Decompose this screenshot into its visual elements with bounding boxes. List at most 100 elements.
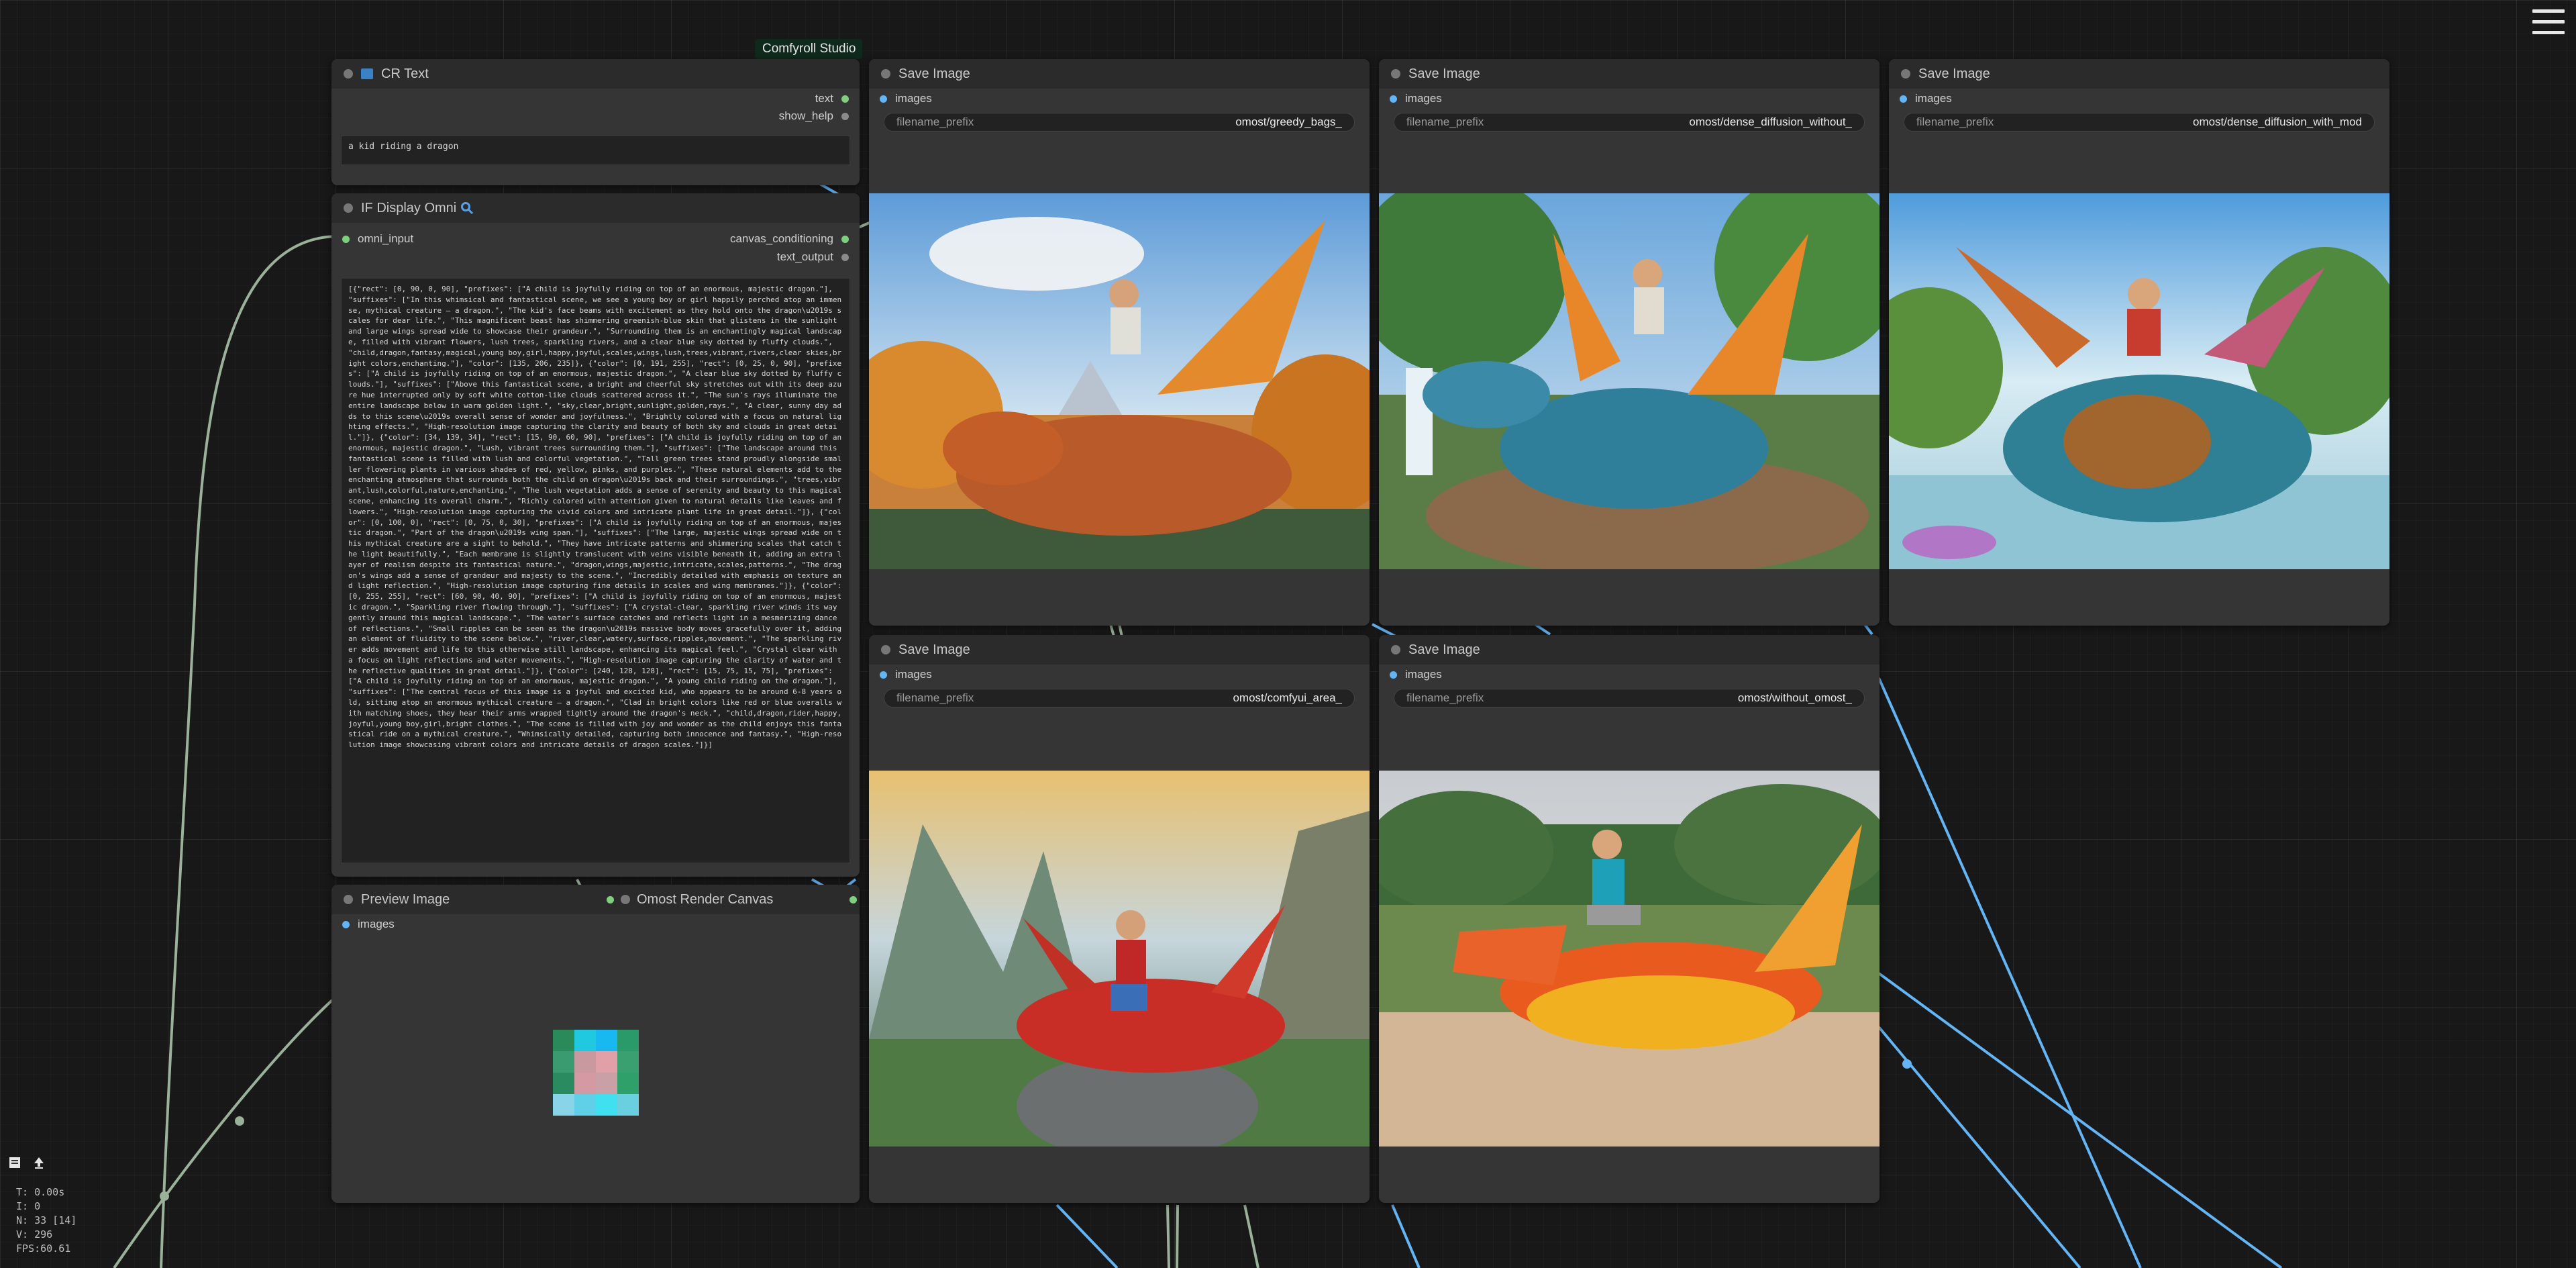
collapse-dot[interactable]	[621, 895, 630, 904]
image-icon[interactable]	[8, 1156, 21, 1169]
filename-prefix-field[interactable]: filename_prefix omost/comfyui_area_	[884, 689, 1355, 708]
input-dot[interactable]	[1900, 95, 1907, 103]
input-slot-images[interactable]: images	[331, 914, 860, 934]
filename-prefix-field[interactable]: filename_prefix omost/greedy_bags_	[884, 113, 1355, 132]
output-dot[interactable]	[841, 95, 849, 103]
comfyroll-studio-badge[interactable]: Comfyroll Studio	[756, 39, 863, 59]
input-dot[interactable]	[1390, 95, 1397, 103]
slot-label: images	[895, 668, 932, 681]
hamburger-menu-icon[interactable]	[2532, 9, 2565, 38]
node-title: Omost Render Canvas	[637, 891, 774, 907]
input-slot-images[interactable]: images	[1379, 665, 1879, 685]
node-title: CR Text	[381, 66, 429, 81]
save-image-node-3[interactable]: Save Image images filename_prefix omost/…	[1889, 59, 2389, 626]
input-slot-images[interactable]: images	[869, 665, 1370, 685]
output-slot-show-help[interactable]: show_help	[331, 106, 860, 126]
collapse-dot[interactable]	[1901, 69, 1910, 79]
wire-blue-right-1	[1877, 677, 2142, 1268]
stat-time: T: 0.00s	[16, 1186, 65, 1198]
stat-i: I: 0	[16, 1200, 41, 1212]
collapse-dot[interactable]	[881, 645, 890, 654]
canvas-preview-image	[553, 1030, 639, 1116]
cr-text-node[interactable]: CR Text text show_help a kid riding a dr…	[331, 59, 860, 185]
input-slot-images[interactable]: images	[869, 89, 1370, 109]
node-title: Preview Image	[361, 891, 450, 907]
save-image-node-2[interactable]: Save Image images filename_prefix omost/…	[1379, 59, 1879, 626]
preview-image-node[interactable]: Preview Image Omost Render Canvas images	[331, 885, 860, 1203]
performance-stats: T: 0.00s I: 0 N: 33 [14] V: 296 FPS:60.6…	[16, 1185, 76, 1256]
node-title: Save Image	[898, 642, 970, 657]
node-title-bar[interactable]: Save Image	[869, 635, 1370, 665]
input-dot[interactable]	[1390, 671, 1397, 679]
text-input-area[interactable]: a kid riding a dragon	[341, 136, 850, 165]
wire-blue-bottom-1	[1055, 1204, 1119, 1268]
collapse-dot[interactable]	[1391, 69, 1400, 79]
output-slot-canvas-conditioning[interactable]: canvas_conditioning	[730, 229, 860, 249]
node-title-bar[interactable]: Save Image	[869, 59, 1370, 89]
collapse-dot[interactable]	[344, 895, 353, 904]
omost-render-canvas-title[interactable]: Omost Render Canvas	[607, 885, 773, 914]
output-image	[869, 193, 1370, 569]
wire-blue-right-2	[1877, 972, 2283, 1268]
save-image-node-1[interactable]: Save Image images filename_prefix omost/…	[869, 59, 1370, 626]
output-dot[interactable]	[841, 253, 849, 261]
slot-label: images	[1915, 92, 1952, 105]
output-dot[interactable]	[841, 235, 849, 243]
node-title-bar[interactable]: Save Image	[1889, 59, 2389, 89]
node-title: IF Display Omni	[361, 200, 457, 215]
slot-label: images	[895, 92, 932, 105]
output-image	[1379, 771, 1879, 1147]
node-title: Save Image	[1408, 642, 1480, 657]
node-title-bar[interactable]: CR Text	[331, 59, 860, 89]
input-slot-omni[interactable]: omni_input	[331, 229, 413, 249]
node-title: Save Image	[1408, 66, 1480, 81]
output-image	[1889, 193, 2389, 569]
upload-icon[interactable]	[32, 1156, 46, 1169]
save-image-node-5[interactable]: Save Image images filename_prefix omost/…	[1379, 635, 1879, 1203]
input-dot[interactable]	[880, 671, 887, 679]
output-slot-text-output[interactable]: text_output	[331, 247, 860, 267]
input-dot[interactable]	[342, 235, 350, 243]
filename-prefix-field[interactable]: filename_prefix omost/dense_diffusion_wi…	[1394, 113, 1865, 132]
slot-label: show_help	[778, 109, 833, 122]
omni-text-output[interactable]: [{"rect": [0, 90, 0, 90], "prefixes": ["…	[341, 278, 850, 863]
input-slot-images[interactable]: images	[1889, 89, 2389, 109]
slot-label: omni_input	[358, 232, 414, 245]
input-dot[interactable]	[607, 895, 614, 904]
slot-label: images	[1405, 92, 1442, 105]
output-dot[interactable]	[849, 896, 857, 904]
stat-v: V: 296	[16, 1228, 53, 1240]
node-title: Save Image	[898, 66, 970, 81]
slot-label: text	[815, 92, 833, 105]
filename-prefix-field[interactable]: filename_prefix omost/dense_diffusion_wi…	[1904, 113, 2375, 132]
node-title-bar[interactable]: Preview Image	[331, 885, 860, 914]
input-dot[interactable]	[342, 920, 350, 928]
wire-grey-lower	[113, 999, 333, 1268]
node-title-bar[interactable]: IF Display Omni	[331, 193, 860, 223]
output-dot[interactable]	[841, 112, 849, 120]
wire-blue-right-3	[1877, 1026, 2081, 1268]
output-image	[1379, 193, 1879, 569]
node-title-bar[interactable]: Save Image	[1379, 59, 1879, 89]
slot-label: canvas_conditioning	[729, 232, 833, 245]
node-title: Save Image	[1918, 66, 1990, 81]
if-display-omni-node[interactable]: IF Display Omni omni_input canvas_condit…	[331, 193, 860, 877]
node-type-icon	[361, 68, 373, 79]
wire-grey-bottom	[1166, 1204, 1259, 1268]
collapse-dot[interactable]	[881, 69, 890, 79]
input-slot-images[interactable]: images	[1379, 89, 1879, 109]
input-dot[interactable]	[880, 95, 887, 103]
output-image	[869, 771, 1370, 1147]
wire-blue-bottom-2	[1391, 1204, 1421, 1268]
collapse-dot[interactable]	[344, 69, 353, 79]
slot-label: text_output	[776, 250, 833, 263]
slot-label: images	[358, 918, 395, 930]
magnifier-icon	[461, 202, 474, 215]
save-image-node-4[interactable]: Save Image images filename_prefix omost/…	[869, 635, 1370, 1203]
collapse-dot[interactable]	[344, 203, 353, 213]
filename-prefix-field[interactable]: filename_prefix omost/without_omost_	[1394, 689, 1865, 708]
stat-nodes: N: 33 [14]	[16, 1214, 77, 1226]
collapse-dot[interactable]	[1391, 645, 1400, 654]
node-title-bar[interactable]: Save Image	[1379, 635, 1879, 665]
canvas-tool-icons	[8, 1156, 46, 1169]
